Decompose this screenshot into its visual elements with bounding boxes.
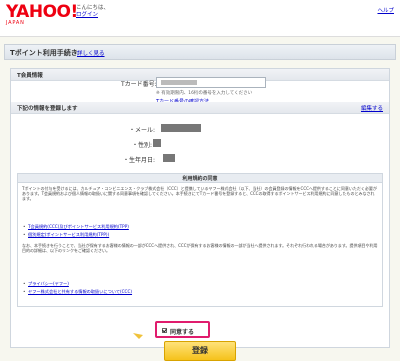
bullet-2: • (23, 232, 26, 237)
yahoo-logo[interactable]: YAHOO! (6, 4, 78, 21)
agreement-para-2: なお、本手続きを行うことで、当社が保有するお客様の情報の一部がCCCへ提供され、… (22, 243, 378, 254)
login-link[interactable]: ログイン (76, 12, 109, 19)
header-divider (0, 36, 400, 37)
birthday-label: ・生年月日: (123, 157, 156, 164)
register-section-title: 下記の情報を登録します (17, 106, 78, 112)
agreement-header: 利用規約の同意 (17, 173, 383, 183)
global-header: YAHOO! JAPAN こんにちは、 ログイン ヘルプ (0, 0, 400, 36)
consent-label: 同意する (170, 328, 195, 336)
bullet-1: • (23, 224, 26, 229)
gender-label: ・性別: (132, 142, 153, 149)
tcard-section-title: T会員情報 (17, 73, 43, 79)
agreement-para-1: Tポイントの付与を受けるには、カルチュア・コンビニエンス・クラブ株式会社（CCC… (22, 186, 377, 202)
masked-value (161, 80, 197, 85)
edit-link[interactable]: 編集する (361, 104, 383, 112)
page-title-bar: Tポイント利用手続き 詳しく見る (4, 44, 396, 60)
agreement-title: 利用規約の同意 (182, 176, 218, 182)
masked-email (161, 124, 201, 132)
bullet-4: • (23, 289, 26, 294)
masked-gender (153, 139, 161, 147)
greeting-block: こんにちは、 ログイン (76, 5, 109, 19)
register-button[interactable]: 登録 (164, 341, 236, 361)
card-number-field[interactable] (156, 77, 266, 88)
detail-link[interactable]: 詳しく見る (77, 49, 105, 57)
page-title: Tポイント利用手続き (10, 49, 78, 57)
checkbox-checked[interactable] (162, 328, 167, 333)
agreement-link-1[interactable]: T会員規約(CCC)及びポイントサービス利用規約(TPP) (28, 224, 129, 230)
card-number-note: ※ 有効期限内、16桁の番号を入力してください (156, 91, 253, 96)
masked-birthday (163, 154, 175, 162)
agreement-link-4[interactable]: ヤフー株式会社と共有する情報の取扱いについて(CCC) (28, 289, 132, 295)
consent-checkbox[interactable]: 同意する (155, 321, 210, 338)
greeting-text: こんにちは、 (76, 5, 110, 11)
email-label: ・メール: (129, 127, 156, 134)
pointer-arrow-icon (133, 333, 143, 339)
logo-sub: JAPAN (6, 20, 25, 26)
agreement-link-2[interactable]: 個別規定(ポイントサービス利用規約(TPP)) (28, 232, 109, 238)
agreement-link-3[interactable]: プライバシー(ヤフー) (28, 281, 69, 287)
bullet-3: • (23, 281, 26, 286)
card-number-label: Tカード番号: (121, 81, 157, 88)
agreement-box[interactable]: Tポイントの付与を受けるには、カルチュア・コンビニエンス・クラブ株式会社（CCC… (17, 183, 383, 307)
register-section-header: 下記の情報を登録します 編集する (11, 102, 389, 114)
help-link[interactable]: ヘルプ (377, 6, 394, 14)
main-panel: T会員情報 Tカード番号: ※ 有効期限内、16桁の番号を入力してください Tカ… (10, 68, 390, 361)
